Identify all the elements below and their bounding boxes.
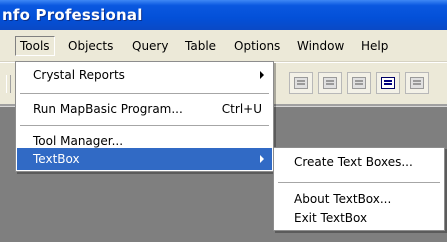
submenu-arrow-icon bbox=[260, 71, 264, 79]
menu-item-exit-textbox[interactable]: Exit TextBox bbox=[275, 207, 443, 229]
menu-query[interactable]: Query bbox=[128, 36, 172, 56]
toolbar-layout-icon[interactable] bbox=[376, 72, 400, 94]
menu-separator bbox=[278, 182, 440, 183]
menu-item-textbox[interactable]: TextBox bbox=[17, 148, 272, 170]
toolbar-legend-icon[interactable] bbox=[405, 72, 429, 94]
menu-bar: Tools Objects Query Table Options Window… bbox=[0, 30, 447, 62]
title-bar: nfo Professional bbox=[0, 0, 447, 30]
menu-options[interactable]: Options bbox=[230, 36, 284, 56]
menu-item-run-mapbasic[interactable]: Run MapBasic Program... Ctrl+U bbox=[17, 98, 272, 120]
menu-item-label: Exit TextBox bbox=[294, 211, 368, 225]
toolbar-grid-icon[interactable] bbox=[289, 72, 313, 94]
menu-item-label: About TextBox... bbox=[294, 192, 392, 206]
toolbar-table-icon[interactable] bbox=[318, 72, 342, 94]
toolbar-grip[interactable] bbox=[6, 75, 11, 93]
menu-item-label: Run MapBasic Program... bbox=[33, 102, 183, 116]
menu-item-label: TextBox bbox=[33, 152, 80, 166]
menu-item-crystal-reports[interactable]: Crystal Reports bbox=[17, 64, 272, 86]
submenu-arrow-icon bbox=[260, 155, 264, 163]
menu-item-create-text-boxes[interactable]: Create Text Boxes... bbox=[275, 151, 443, 173]
tools-menu: Crystal Reports Run MapBasic Program... … bbox=[15, 61, 274, 172]
toolbar-browser-icon[interactable] bbox=[347, 72, 371, 94]
menu-help[interactable]: Help bbox=[357, 36, 392, 56]
menu-table[interactable]: Table bbox=[181, 36, 220, 56]
menu-item-shortcut: Ctrl+U bbox=[221, 102, 262, 116]
menu-item-label: Create Text Boxes... bbox=[294, 155, 413, 169]
menu-item-label: Tool Manager... bbox=[33, 134, 124, 148]
menu-item-label: Crystal Reports bbox=[33, 68, 125, 82]
menu-window[interactable]: Window bbox=[293, 36, 348, 56]
menu-separator bbox=[20, 93, 269, 94]
menu-separator bbox=[20, 125, 269, 126]
menu-objects[interactable]: Objects bbox=[64, 36, 117, 56]
menu-tools[interactable]: Tools bbox=[15, 36, 55, 56]
textbox-submenu: Create Text Boxes... About TextBox... Ex… bbox=[273, 147, 445, 231]
window-title: nfo Professional bbox=[2, 6, 143, 24]
